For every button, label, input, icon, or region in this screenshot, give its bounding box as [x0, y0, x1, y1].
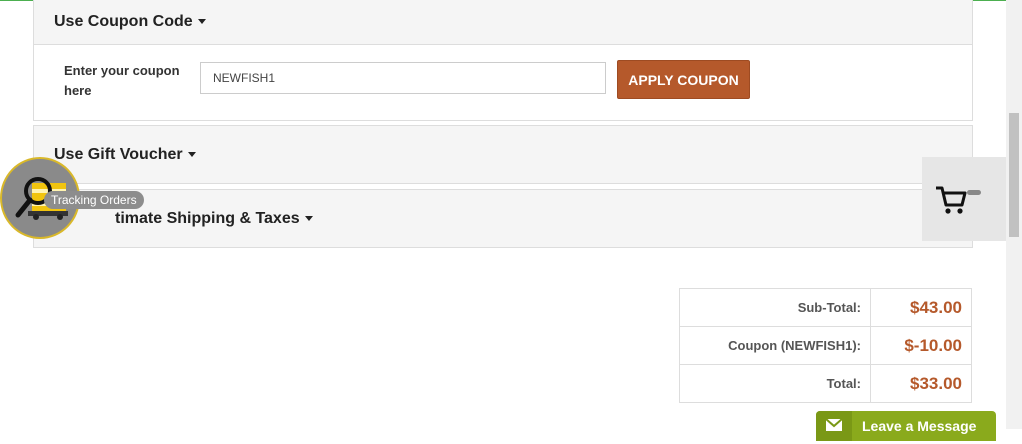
caret-down-icon: [197, 19, 206, 25]
subtotal-label: Sub-Total:: [679, 288, 871, 327]
caret-down-icon: [187, 152, 196, 157]
coupon-discount-label: Coupon (NEWFISH1):: [679, 326, 871, 365]
totals-row: Sub-Total: $43.00: [679, 288, 972, 327]
order-totals-table: Sub-Total: $43.00 Coupon (NEWFISH1): $-1…: [679, 288, 972, 403]
page-scrollbar[interactable]: [1006, 0, 1022, 429]
floating-cart[interactable]: -: [922, 157, 1006, 241]
gift-voucher-panel[interactable]: Use Gift Voucher: [33, 125, 973, 184]
totals-row: Total: $33.00: [679, 364, 972, 403]
cart-count-badge: -: [967, 190, 981, 195]
total-label: Total:: [679, 364, 871, 403]
coupon-input[interactable]: [200, 62, 606, 94]
leave-message-label: Leave a Message: [862, 418, 977, 434]
envelope-icon: [816, 411, 852, 441]
coupon-label: Enter your coupon here: [64, 63, 180, 98]
total-value: $33.00: [870, 364, 972, 403]
leave-message-button[interactable]: Leave a Message: [816, 411, 996, 441]
shipping-title: timate Shipping & Taxes: [115, 209, 300, 227]
subtotal-value: $43.00: [870, 288, 972, 327]
coupon-panel-title: Use Coupon Code: [54, 13, 193, 30]
caret-down-icon: [304, 216, 313, 221]
cart-icon: [936, 186, 967, 214]
coupon-discount-value: $-10.00: [870, 326, 972, 365]
apply-coupon-button[interactable]: APPLY COUPON: [617, 60, 750, 99]
tracking-orders-label[interactable]: Tracking Orders: [44, 191, 144, 209]
coupon-panel: Use Coupon Code Enter your coupon here A…: [33, 0, 973, 121]
shipping-header[interactable]: timate Shipping & Taxes: [34, 190, 972, 247]
scrollbar-thumb[interactable]: [1009, 113, 1019, 237]
coupon-panel-header[interactable]: Use Coupon Code: [34, 0, 972, 44]
gift-voucher-title: Use Gift Voucher: [54, 145, 183, 163]
gift-voucher-header[interactable]: Use Gift Voucher: [34, 126, 972, 183]
totals-row: Coupon (NEWFISH1): $-10.00: [679, 326, 972, 365]
coupon-panel-body: Enter your coupon here APPLY COUPON: [34, 44, 972, 120]
shipping-panel[interactable]: timate Shipping & Taxes: [33, 189, 973, 248]
